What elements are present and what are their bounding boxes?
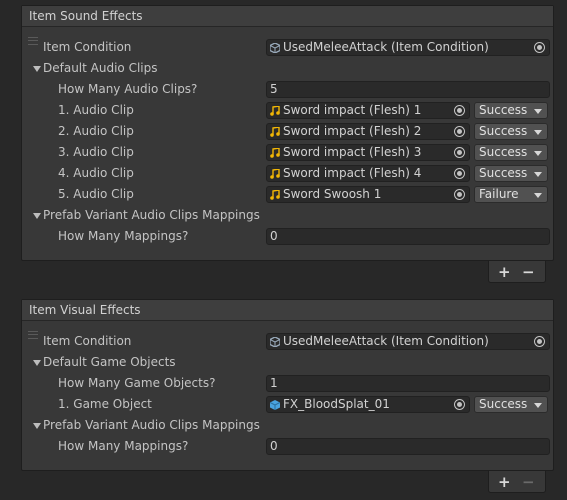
audio-clip-field[interactable]: Sword impact (Flesh) 3 bbox=[266, 144, 470, 161]
audio-clip-label: 4. Audio Clip bbox=[58, 166, 134, 180]
panel-title: Item Sound Effects bbox=[22, 6, 553, 27]
clip-result-value: Success bbox=[479, 166, 528, 180]
clip-result-dropdown[interactable]: Success bbox=[474, 144, 548, 161]
prefab-icon bbox=[270, 400, 280, 410]
mappings-count-input[interactable]: 0 bbox=[266, 438, 550, 455]
audio-clip-icon bbox=[270, 148, 280, 158]
remove-button[interactable]: − bbox=[522, 263, 535, 281]
object-result-value: Success bbox=[479, 397, 528, 411]
chevron-down-icon bbox=[534, 403, 542, 408]
item-condition-label: Item Condition bbox=[43, 40, 132, 54]
audio-clip-icon bbox=[270, 106, 280, 116]
default-audio-clips-foldout[interactable]: Default Audio Clips bbox=[43, 61, 158, 75]
chevron-down-icon bbox=[534, 151, 542, 156]
mappings-count-input[interactable]: 0 bbox=[266, 228, 550, 245]
clip-result-dropdown[interactable]: Success bbox=[474, 123, 548, 140]
drag-handle-icon[interactable] bbox=[28, 331, 38, 339]
sound-effects-panel: Item Sound Effects Item Condition UsedMe… bbox=[21, 5, 554, 261]
game-object-value: FX_BloodSplat_01 bbox=[283, 397, 390, 411]
audio-clip-field[interactable]: Sword Swoosh 1 bbox=[266, 186, 470, 203]
default-game-objects-foldout[interactable]: Default Game Objects bbox=[43, 355, 176, 369]
audio-clip-icon bbox=[270, 190, 280, 200]
item-condition-field[interactable]: UsedMeleeAttack (Item Condition) bbox=[266, 39, 550, 56]
audio-clip-label: 2. Audio Clip bbox=[58, 124, 134, 138]
object-picker-icon[interactable] bbox=[454, 399, 465, 410]
audio-clip-field[interactable]: Sword impact (Flesh) 1 bbox=[266, 102, 470, 119]
chevron-down-icon bbox=[534, 193, 542, 198]
add-button[interactable]: + bbox=[498, 473, 511, 491]
audio-clip-icon bbox=[270, 127, 280, 137]
clip-result-dropdown[interactable]: Success bbox=[474, 165, 548, 182]
clip-result-value: Success bbox=[479, 145, 528, 159]
game-object-label: 1. Game Object bbox=[58, 397, 152, 411]
chevron-down-icon bbox=[534, 109, 542, 114]
clip-result-value: Success bbox=[479, 124, 528, 138]
drag-handle-icon[interactable] bbox=[28, 37, 38, 45]
foldout-arrow-icon[interactable] bbox=[33, 360, 41, 366]
audio-clip-value: Sword Swoosh 1 bbox=[283, 187, 382, 201]
add-button[interactable]: + bbox=[498, 263, 511, 281]
item-condition-field[interactable]: UsedMeleeAttack (Item Condition) bbox=[266, 333, 550, 350]
game-object-field[interactable]: FX_BloodSplat_01 bbox=[266, 396, 470, 413]
list-footer: + − bbox=[488, 261, 546, 283]
chevron-down-icon bbox=[534, 172, 542, 177]
audio-clip-value: Sword impact (Flesh) 3 bbox=[283, 145, 422, 159]
audio-clip-icon bbox=[270, 169, 280, 179]
object-picker-icon[interactable] bbox=[454, 147, 465, 158]
audio-clip-field[interactable]: Sword impact (Flesh) 2 bbox=[266, 123, 470, 140]
foldout-arrow-icon[interactable] bbox=[33, 423, 41, 429]
item-condition-value: UsedMeleeAttack (Item Condition) bbox=[283, 334, 489, 348]
mappings-foldout[interactable]: Prefab Variant Audio Clips Mappings bbox=[43, 208, 260, 222]
mappings-foldout[interactable]: Prefab Variant Audio Clips Mappings bbox=[43, 418, 260, 432]
clip-result-value: Success bbox=[479, 103, 528, 117]
audio-clips-count-label: How Many Audio Clips? bbox=[58, 82, 198, 96]
item-condition-label: Item Condition bbox=[43, 334, 132, 348]
clip-result-dropdown[interactable]: Failure bbox=[474, 186, 548, 203]
foldout-arrow-icon[interactable] bbox=[33, 66, 41, 72]
clip-result-value: Failure bbox=[479, 187, 519, 201]
game-objects-count-input[interactable]: 1 bbox=[266, 375, 550, 392]
object-picker-icon[interactable] bbox=[454, 189, 465, 200]
list-footer: + − bbox=[488, 471, 546, 493]
object-result-dropdown[interactable]: Success bbox=[474, 396, 548, 413]
audio-clip-field[interactable]: Sword impact (Flesh) 4 bbox=[266, 165, 470, 182]
mappings-count-label: How Many Mappings? bbox=[58, 229, 189, 243]
audio-clip-label: 1. Audio Clip bbox=[58, 103, 134, 117]
clip-result-dropdown[interactable]: Success bbox=[474, 102, 548, 119]
scriptable-object-icon bbox=[270, 337, 280, 347]
visual-effects-panel: Item Visual Effects Item Condition UsedM… bbox=[21, 299, 554, 471]
game-objects-count-label: How Many Game Objects? bbox=[58, 376, 216, 390]
panel-title: Item Visual Effects bbox=[22, 300, 553, 321]
object-picker-icon[interactable] bbox=[534, 42, 545, 53]
audio-clip-label: 5. Audio Clip bbox=[58, 187, 134, 201]
object-picker-icon[interactable] bbox=[454, 168, 465, 179]
audio-clip-label: 3. Audio Clip bbox=[58, 145, 134, 159]
audio-clip-value: Sword impact (Flesh) 4 bbox=[283, 166, 422, 180]
object-picker-icon[interactable] bbox=[454, 105, 465, 116]
foldout-arrow-icon[interactable] bbox=[33, 213, 41, 219]
item-condition-value: UsedMeleeAttack (Item Condition) bbox=[283, 40, 489, 54]
scriptable-object-icon bbox=[270, 43, 280, 53]
audio-clip-value: Sword impact (Flesh) 2 bbox=[283, 124, 422, 138]
audio-clips-count-input[interactable]: 5 bbox=[266, 81, 550, 98]
chevron-down-icon bbox=[534, 130, 542, 135]
remove-button: − bbox=[522, 473, 535, 491]
object-picker-icon[interactable] bbox=[454, 126, 465, 137]
mappings-count-label: How Many Mappings? bbox=[58, 439, 189, 453]
audio-clip-value: Sword impact (Flesh) 1 bbox=[283, 103, 422, 117]
object-picker-icon[interactable] bbox=[534, 336, 545, 347]
